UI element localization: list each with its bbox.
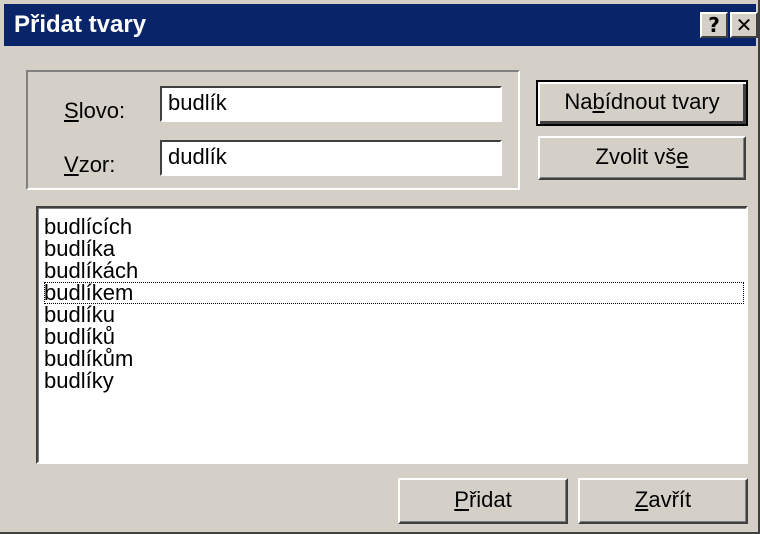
close-window-button[interactable]: ✕ [730,12,758,38]
list-item[interactable]: budlíkách [44,260,746,282]
close-icon: ✕ [735,13,753,37]
select-all-mnemonic: e [676,144,689,169]
add-text: řidat [468,487,512,512]
list-item[interactable]: budlíkem [44,282,744,304]
word-forms-list[interactable]: budlících budlíka budlíkách budlíkem budlíku… [36,206,748,464]
help-icon: ? [708,13,720,37]
add-mnemonic: P [454,487,469,512]
suggest-forms-button[interactable]: Nabídnout tvary [536,80,748,126]
help-button[interactable]: ? [700,12,728,38]
list-item[interactable]: budlíka [44,238,746,260]
word-label: Slovo: [64,98,125,124]
word-input[interactable]: budlík [160,86,502,122]
close-mnemonic: Z [634,487,649,512]
list-item[interactable]: budlíků [44,326,746,348]
dialog-title: Přidat tvary [14,11,147,38]
suggest-forms-text-a: Na [564,89,593,114]
close-button[interactable]: Zavřít [578,478,748,524]
title-bar[interactable]: Přidat tvary ? ✕ [4,4,758,46]
pattern-label-mnemonic: V [64,152,79,177]
list-item[interactable]: budlících [44,216,746,238]
select-all-text-a: Zvolit vš [595,144,677,169]
pattern-label: Vzor: [64,152,115,178]
select-all-button[interactable]: Zvolit vše [538,136,746,180]
pattern-label-text: zor: [78,152,116,177]
suggest-forms-mnemonic: b [592,89,605,114]
list-item[interactable]: budlíky [44,370,746,392]
list-item[interactable]: budlíkům [44,348,746,370]
word-label-text: lovo: [78,98,126,123]
list-item[interactable]: budlíku [44,304,746,326]
add-forms-dialog: Přidat tvary ? ✕ Slovo: budlík Vzor: dud… [0,0,760,534]
pattern-input[interactable]: dudlík [160,140,502,176]
add-button[interactable]: Přidat [398,478,568,524]
word-label-mnemonic: S [64,98,79,123]
suggest-forms-text-b: ídnout tvary [604,89,720,114]
close-text: avřít [648,487,692,512]
